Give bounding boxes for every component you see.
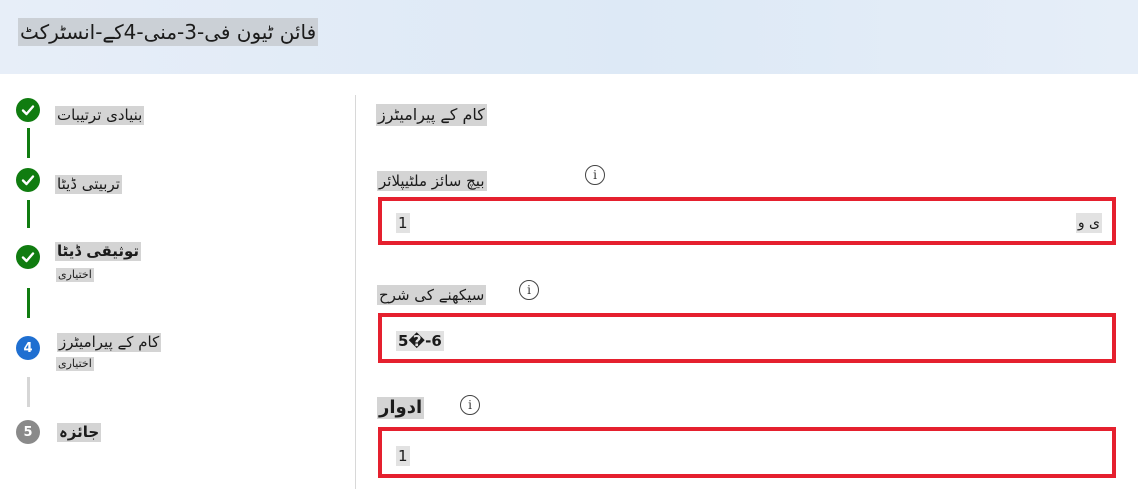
- step-connector: [27, 128, 30, 158]
- panel-divider: [355, 95, 356, 489]
- learning-rate-input[interactable]: 5�-6: [378, 313, 1116, 363]
- check-icon: [16, 98, 40, 122]
- info-icon[interactable]: i: [585, 165, 605, 185]
- epochs-value: 1: [396, 446, 410, 466]
- input-suffix: ی و: [1075, 213, 1102, 233]
- epochs-input[interactable]: 1: [378, 427, 1116, 478]
- step-label-basic-settings[interactable]: بنیادی ترتیبات: [55, 106, 145, 125]
- step-label-review[interactable]: جائزہ: [57, 423, 102, 442]
- step-number-4: 4: [16, 336, 40, 360]
- step-connector: [27, 377, 30, 407]
- section-title: کام کے پیرامیٹرز: [376, 104, 487, 126]
- info-icon[interactable]: i: [519, 280, 539, 300]
- check-icon: [16, 168, 40, 192]
- check-icon: [16, 245, 40, 269]
- step-connector: [27, 200, 30, 228]
- batch-size-multiplier-value: 1: [396, 213, 410, 233]
- learning-rate-value: 5�-6: [396, 331, 444, 351]
- step-label-validation-data[interactable]: توثیقی ڈیٹا: [55, 242, 142, 261]
- batch-size-multiplier-label: بیچ سائز ملٹیپلائر: [377, 171, 487, 191]
- step-connector: [27, 288, 30, 318]
- step-optional-badge: اختیاری: [56, 357, 94, 371]
- page-header: فائن ٹیون فی-3-منی-4کے-انسٹرکٹ: [0, 0, 1138, 74]
- page-title: فائن ٹیون فی-3-منی-4کے-انسٹرکٹ: [18, 18, 319, 46]
- step-label-training-data[interactable]: تربیتی ڈیٹا: [55, 175, 122, 194]
- step-optional-badge: اختیاری: [56, 268, 94, 282]
- step-number-5: 5: [16, 420, 40, 444]
- info-icon[interactable]: i: [460, 395, 480, 415]
- learning-rate-label: سیکھنے کی شرح: [377, 285, 487, 305]
- step-label-job-parameters[interactable]: کام کے پیرامیٹرز: [57, 333, 162, 352]
- epochs-label: ادوار: [377, 397, 425, 419]
- batch-size-multiplier-input[interactable]: 1 ی و: [378, 197, 1116, 245]
